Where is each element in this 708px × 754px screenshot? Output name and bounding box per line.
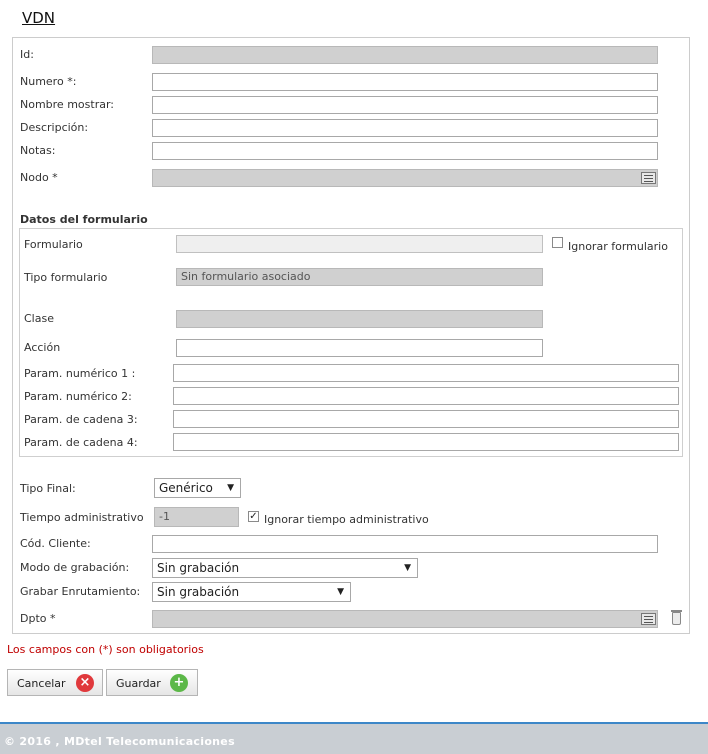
required-fields-note: Los campos con (*) son obligatorios [7, 643, 204, 656]
param-cadena-4-label: Param. de cadena 4: [24, 436, 138, 449]
param-cadena-4-input[interactable] [173, 433, 679, 451]
tiempo-administrativo-label: Tiempo administrativo [20, 511, 144, 524]
grabar-enrutamiento-select[interactable]: Sin grabación ▼ [152, 582, 351, 602]
page-title: VDN [22, 9, 56, 27]
grabar-enrutamiento-label: Grabar Enrutamiento: [20, 585, 141, 598]
notas-input[interactable] [152, 142, 658, 160]
dropdown-arrow-icon: ▼ [337, 587, 344, 597]
ignorar-tiempo-label: Ignorar tiempo administrativo [264, 513, 429, 526]
datos-formulario-title: Datos del formulario [20, 213, 148, 226]
param-numerico-1-input[interactable] [173, 364, 679, 382]
save-button[interactable]: Guardar + [106, 669, 198, 696]
nombre-mostrar-label: Nombre mostrar: [20, 98, 114, 111]
id-label: Id: [20, 48, 34, 61]
tipo-formulario-label: Tipo formulario [24, 271, 108, 284]
accion-input[interactable] [176, 339, 543, 357]
param-cadena-3-input[interactable] [173, 410, 679, 428]
footer: © 2016 , MDtel Telecomunicaciones [0, 724, 708, 754]
cod-cliente-input[interactable] [152, 535, 658, 553]
numero-input[interactable] [152, 73, 658, 91]
descripcion-label: Descripción: [20, 121, 89, 134]
tipo-final-value: Genérico [159, 481, 213, 495]
footer-copyright: © 2016 , MDtel Telecomunicaciones [4, 735, 235, 748]
dpto-field [152, 610, 658, 628]
dropdown-arrow-icon: ▼ [404, 563, 411, 573]
tiempo-administrativo-field: -1 [154, 507, 239, 527]
descripcion-input[interactable] [152, 119, 658, 137]
accion-label: Acción [24, 341, 61, 354]
plus-circle-icon: + [170, 674, 188, 692]
notas-label: Notas: [20, 144, 56, 157]
modo-grabacion-select[interactable]: Sin grabación ▼ [152, 558, 418, 578]
tipo-formulario-field: Sin formulario asociado [176, 268, 543, 286]
formulario-label: Formulario [24, 238, 83, 251]
ignorar-formulario-checkbox[interactable] [552, 237, 563, 248]
nodo-label: Nodo * [20, 171, 58, 184]
param-numerico-2-input[interactable] [173, 387, 679, 405]
save-button-label: Guardar [116, 677, 161, 690]
tipo-final-select[interactable]: Genérico ▼ [154, 478, 241, 498]
ignorar-tiempo-checkbox[interactable]: ✓ [248, 511, 259, 522]
id-field [152, 46, 658, 64]
nombre-mostrar-input[interactable] [152, 96, 658, 114]
ignorar-formulario-label: Ignorar formulario [568, 240, 668, 253]
cancel-button[interactable]: Cancelar × [7, 669, 103, 696]
clase-label: Clase [24, 312, 54, 325]
tipo-final-label: Tipo Final: [20, 482, 76, 495]
cod-cliente-label: Cód. Cliente: [20, 537, 91, 550]
dpto-label: Dpto * [20, 612, 56, 625]
clase-field [176, 310, 543, 328]
modo-grabacion-label: Modo de grabación: [20, 561, 130, 574]
grabar-enrutamiento-value: Sin grabación [157, 585, 240, 599]
dropdown-arrow-icon: ▼ [227, 483, 234, 493]
nodo-field [152, 169, 658, 187]
param-numerico-2-label: Param. numérico 2: [24, 390, 132, 403]
param-cadena-3-label: Param. de cadena 3: [24, 413, 138, 426]
nodo-list-icon[interactable] [641, 172, 656, 184]
formulario-field [176, 235, 543, 253]
cancel-button-label: Cancelar [17, 677, 66, 690]
numero-label: Numero *: [20, 75, 77, 88]
x-circle-icon: × [76, 674, 94, 692]
dpto-list-icon[interactable] [641, 613, 656, 625]
modo-grabacion-value: Sin grabación [157, 561, 240, 575]
param-numerico-1-label: Param. numérico 1 : [24, 367, 136, 380]
trash-icon[interactable] [671, 610, 682, 625]
